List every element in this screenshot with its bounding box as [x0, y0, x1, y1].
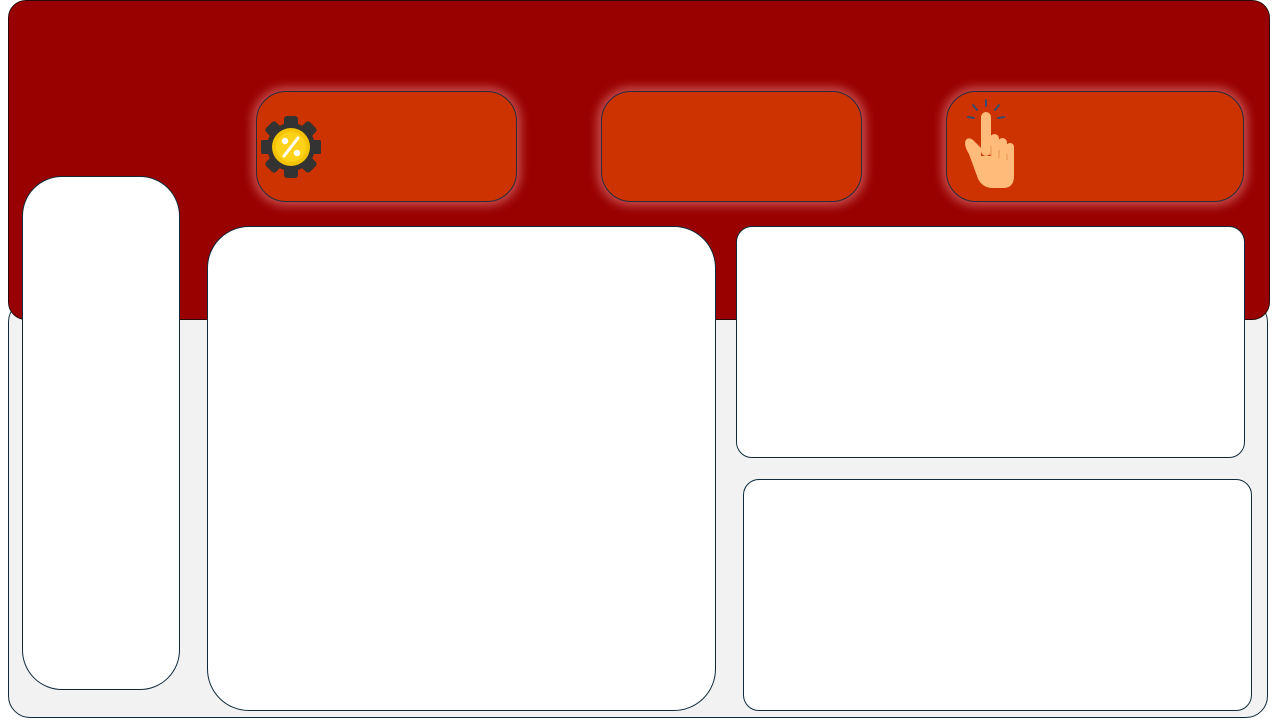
bottom-right-panel	[743, 479, 1252, 711]
middle-button-label	[672, 92, 841, 201]
discount-button[interactable]	[256, 91, 517, 202]
tap-button[interactable]	[946, 91, 1244, 202]
app-screen	[0, 0, 1280, 720]
main-panel	[207, 226, 716, 711]
top-right-panel	[736, 226, 1245, 458]
middle-button[interactable]	[601, 91, 862, 202]
discount-badge-icon	[260, 114, 322, 180]
discount-button-label	[327, 92, 496, 201]
sidebar-panel	[22, 176, 180, 690]
tap-button-label	[1017, 92, 1223, 201]
pointing-hand-icon	[955, 96, 1017, 192]
